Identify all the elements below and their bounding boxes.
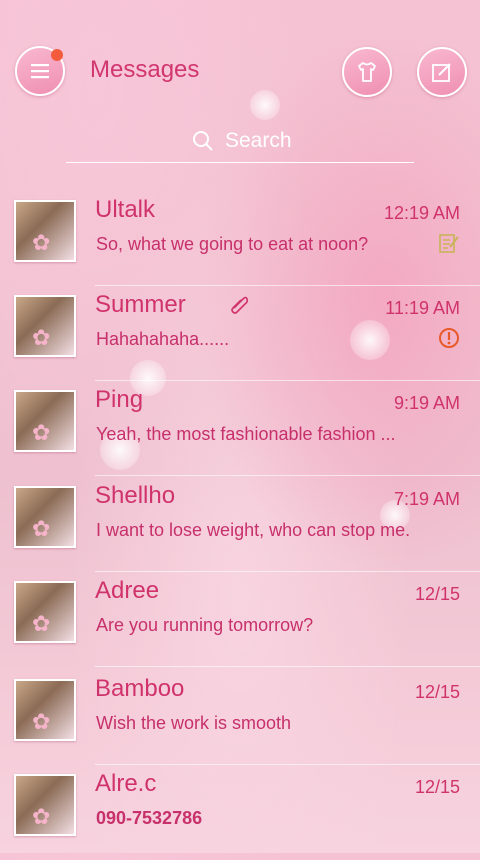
contact-name: Summer bbox=[95, 291, 186, 318]
conversation-row[interactable]: ✿ Adree 12/15 Are you running tomorrow? bbox=[0, 571, 480, 667]
message-preview: So, what we going to eat at noon? bbox=[96, 234, 369, 254]
flower-decoration-icon: ✿ bbox=[32, 611, 51, 636]
theme-button[interactable] bbox=[342, 47, 392, 97]
theme-shirt-icon bbox=[358, 62, 376, 82]
compose-button[interactable] bbox=[417, 47, 467, 97]
menu-icon bbox=[31, 64, 49, 79]
conversation-row[interactable]: ✿ Ultalk 12:19 AM So, what we going to e… bbox=[0, 190, 480, 286]
message-time: 11:19 AM bbox=[385, 298, 460, 318]
message-preview: I want to lose weight, who can stop me. bbox=[96, 520, 411, 540]
conversation-row[interactable]: ✿ Summer 11:19 AM Hahahahaha...... bbox=[0, 285, 480, 381]
conversation-row[interactable]: ✿ Alre.c 12/15 090-7532786 bbox=[0, 764, 480, 860]
conversation-row[interactable]: ✿ Shellho 7:19 AM I want to lose weight,… bbox=[0, 476, 480, 572]
contact-name: Ping bbox=[95, 386, 144, 413]
contact-name: Adree bbox=[95, 577, 160, 604]
paperclip-icon bbox=[231, 296, 249, 314]
contact-name: Ultalk bbox=[95, 196, 156, 223]
flower-decoration-icon: ✿ bbox=[32, 709, 51, 734]
search-bar[interactable]: Search bbox=[66, 122, 414, 163]
flower-decoration-icon: ✿ bbox=[32, 804, 51, 829]
message-time: 12/15 bbox=[414, 777, 460, 797]
message-time: 9:19 AM bbox=[393, 393, 460, 413]
contact-name: Shellho bbox=[95, 482, 176, 509]
message-preview: 090-7532786 bbox=[96, 808, 203, 828]
row-divider bbox=[95, 666, 480, 667]
flower-decoration-icon: ✿ bbox=[32, 325, 51, 350]
compose-icon bbox=[432, 63, 451, 82]
search-input[interactable]: Search bbox=[225, 129, 292, 153]
message-preview: Hahahahaha...... bbox=[96, 329, 230, 349]
notification-dot bbox=[51, 49, 63, 61]
search-icon bbox=[193, 131, 213, 151]
error-icon bbox=[439, 328, 459, 348]
contact-name: Bamboo bbox=[95, 675, 185, 702]
contact-name: Alre.c bbox=[95, 770, 157, 797]
message-time: 12:19 AM bbox=[383, 203, 460, 223]
message-preview: Are you running tomorrow? bbox=[96, 615, 314, 635]
flower-decoration-icon: ✿ bbox=[32, 230, 51, 255]
draft-icon bbox=[439, 234, 459, 253]
message-time: 7:19 AM bbox=[393, 489, 460, 509]
message-time: 12/15 bbox=[414, 682, 460, 702]
message-time: 12/15 bbox=[414, 584, 460, 604]
flower-decoration-icon: ✿ bbox=[32, 516, 51, 541]
message-preview: Yeah, the most fashionable fashion ... bbox=[96, 424, 396, 444]
conversation-row[interactable]: ✿ Bamboo 12/15 Wish the work is smooth bbox=[0, 669, 480, 765]
conversation-row[interactable]: ✿ Ping 9:19 AM Yeah, the most fashionabl… bbox=[0, 380, 480, 476]
flower-decoration-icon: ✿ bbox=[32, 420, 51, 445]
message-preview: Wish the work is smooth bbox=[96, 713, 292, 733]
app-header: Messages bbox=[0, 0, 480, 110]
page-title: Messages bbox=[90, 56, 200, 83]
